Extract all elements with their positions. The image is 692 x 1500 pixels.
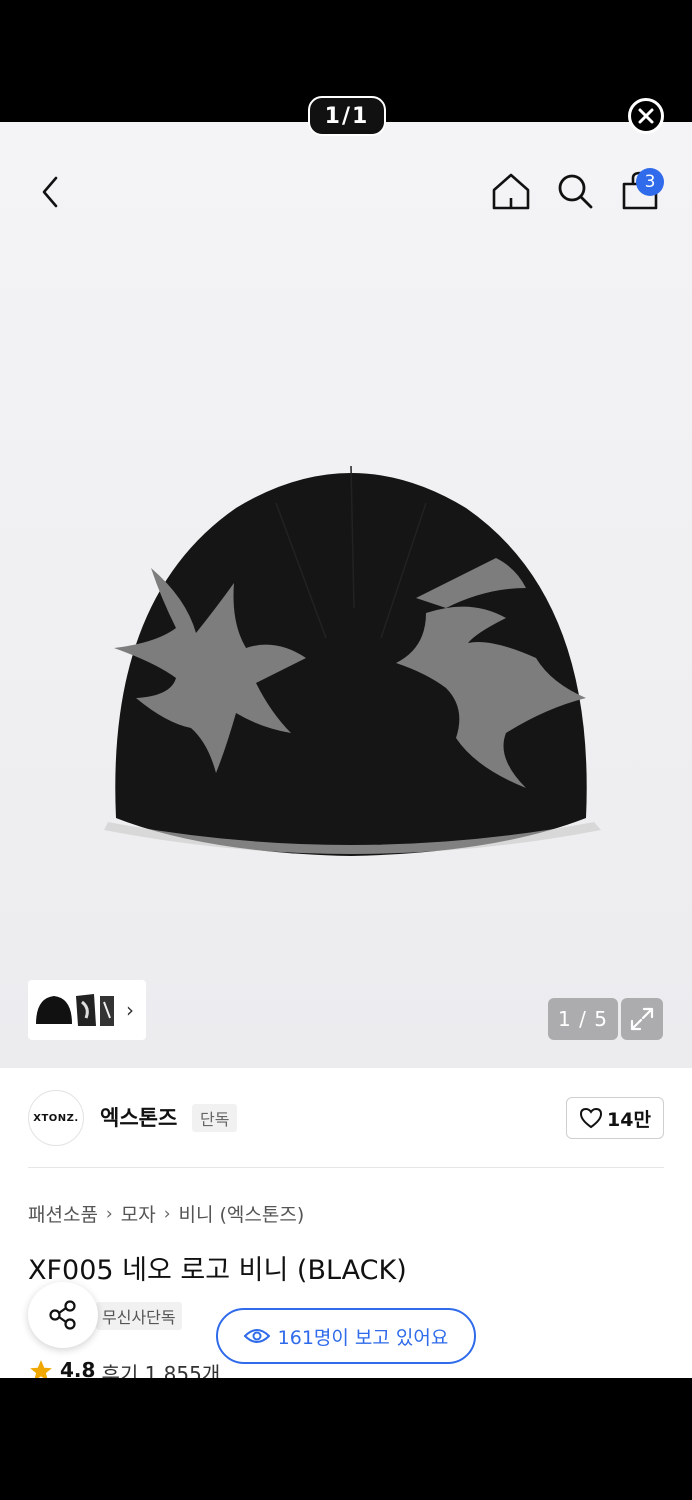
- breadcrumb: 패션소품 › 모자 › 비니 (엑스톤즈): [28, 1200, 304, 1227]
- share-button[interactable]: [28, 1282, 98, 1348]
- heart-icon: [580, 1107, 603, 1129]
- breadcrumb-item-2[interactable]: 모자: [121, 1200, 156, 1227]
- home-icon[interactable]: [490, 170, 532, 212]
- chevron-right-icon: ›: [163, 1203, 171, 1224]
- breadcrumb-item-1[interactable]: 패션소품: [28, 1200, 98, 1227]
- brand-exclusive-badge: 단독: [192, 1104, 238, 1132]
- exclusive-badge: 무신사단독: [96, 1302, 182, 1330]
- live-viewers-pill: 161명이 보고 있어요: [216, 1308, 476, 1364]
- expand-icon: [630, 1007, 654, 1031]
- rating-row[interactable]: 4.8 후기 1,855개: [28, 1358, 220, 1378]
- close-button[interactable]: [628, 98, 664, 134]
- image-viewer-counter: 1/1: [308, 96, 386, 136]
- like-count: 14만: [607, 1108, 651, 1131]
- cart-count-badge: 3: [636, 168, 664, 196]
- gallery-page-indicator: 1 / 5: [548, 998, 618, 1040]
- back-icon[interactable]: [34, 172, 70, 212]
- bottom-bar: [0, 1378, 692, 1500]
- like-button[interactable]: 14만: [566, 1097, 664, 1139]
- expand-button[interactable]: [621, 998, 663, 1040]
- star-icon: [30, 1360, 52, 1378]
- search-icon[interactable]: [554, 170, 596, 212]
- brand-logo[interactable]: XTONZ.: [28, 1090, 84, 1146]
- thumbnail-strip[interactable]: ›: [28, 980, 146, 1040]
- product-title: XF005 네오 로고 비니 (BLACK): [28, 1255, 407, 1286]
- brand-name[interactable]: 엑스톤즈: [100, 1102, 177, 1132]
- eye-icon: [243, 1329, 270, 1343]
- rating-value: 4.8: [60, 1358, 96, 1378]
- close-icon: [638, 108, 654, 124]
- divider: [28, 1167, 664, 1168]
- share-icon: [49, 1300, 76, 1330]
- product-image-beanie[interactable]: [96, 458, 606, 858]
- chevron-right-icon: ›: [105, 1203, 113, 1224]
- chevron-right-icon[interactable]: ›: [126, 998, 134, 1022]
- breadcrumb-item-3[interactable]: 비니 (엑스톤즈): [179, 1200, 305, 1227]
- thumbnail-images[interactable]: [32, 988, 116, 1032]
- viewers-text: 161명이 보고 있어요: [277, 1326, 449, 1349]
- review-count[interactable]: 후기 1,855개: [101, 1358, 220, 1378]
